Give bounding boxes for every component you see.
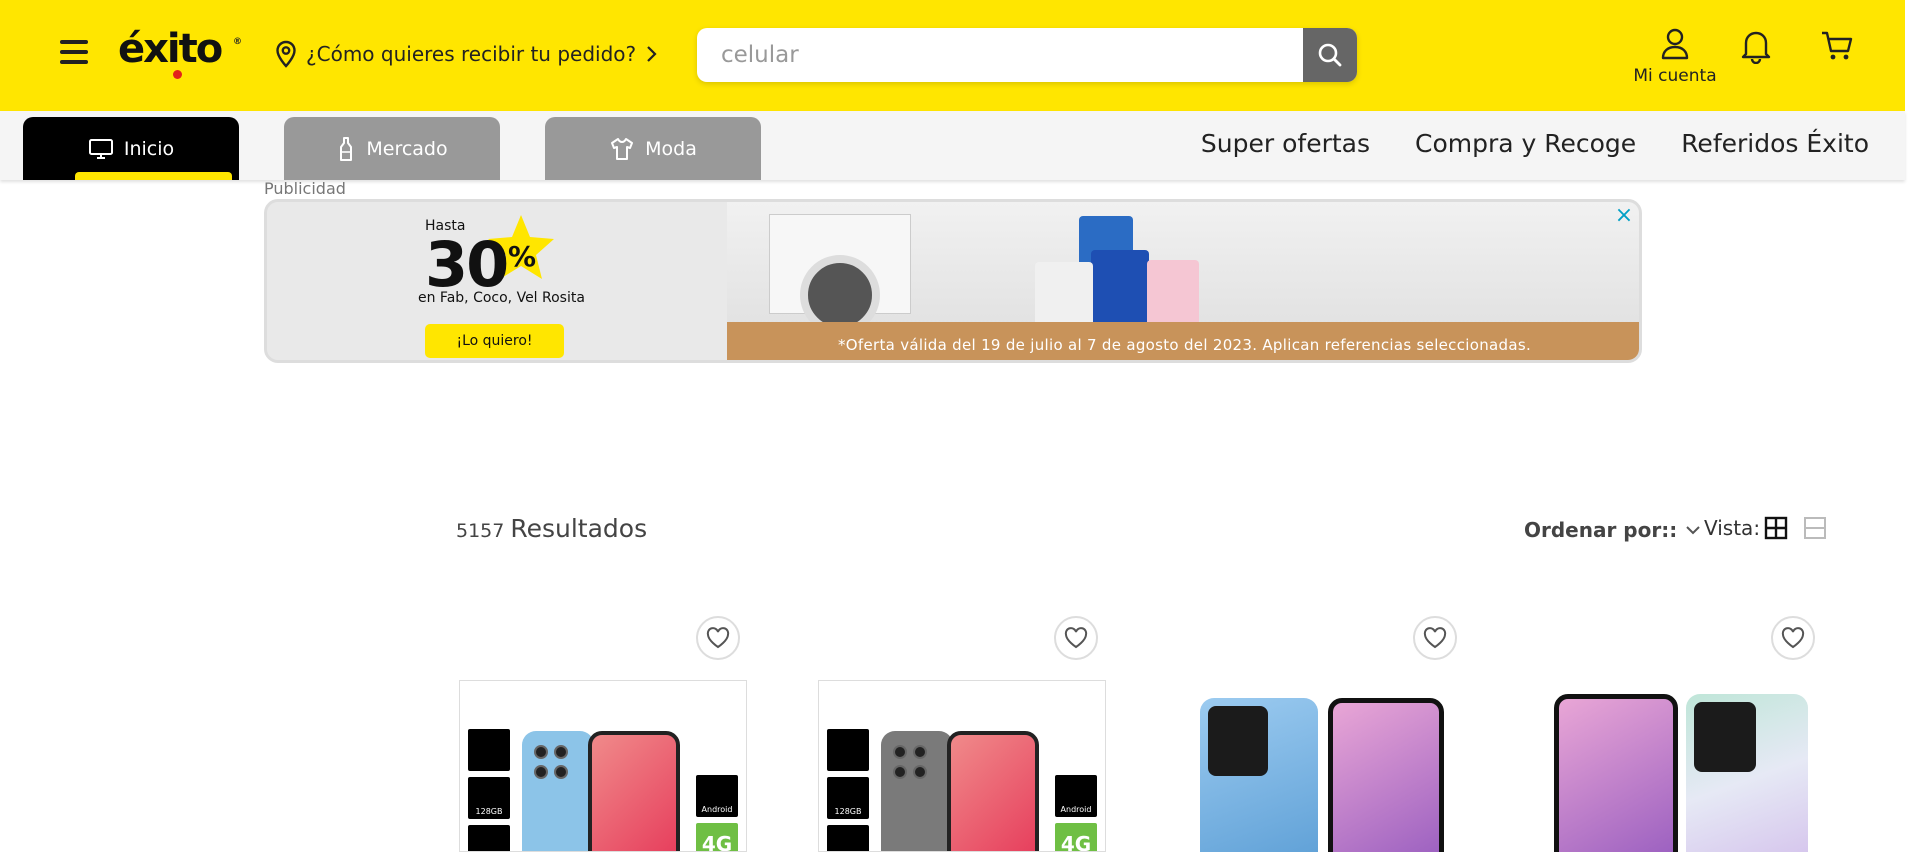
top-bar: éxito ® ¿Cómo quieres recibir tu pedido?…: [0, 0, 1905, 111]
active-tab-indicator: [75, 172, 232, 180]
tab-moda[interactable]: Moda: [545, 117, 761, 180]
coco-package-image: [1035, 262, 1093, 328]
user-icon: [1661, 28, 1689, 60]
nav-link-compra-recoge[interactable]: Compra y Recoge: [1415, 129, 1636, 158]
processor-badge: [827, 729, 869, 771]
heart-icon: [1064, 627, 1088, 649]
product-card[interactable]: 128GB Android 4G: [459, 680, 747, 852]
storage-badge: 128GB: [468, 777, 510, 819]
phone-back-image: [1686, 694, 1808, 852]
network-badge: 4G: [696, 823, 738, 851]
notifications-button[interactable]: [1740, 28, 1772, 68]
search-button[interactable]: [1303, 28, 1357, 82]
favorite-button[interactable]: [1413, 616, 1457, 660]
sort-dropdown[interactable]: Ordenar por::: [1524, 518, 1701, 542]
phone-back-image: [522, 731, 594, 851]
heart-icon: [1781, 627, 1805, 649]
ad-discount-percent: %: [508, 240, 537, 273]
phone-front-image: [1554, 694, 1678, 852]
close-icon[interactable]: ×: [1613, 203, 1635, 228]
menu-icon[interactable]: [60, 40, 88, 68]
results-number: 5157: [456, 520, 505, 542]
search-bar: [697, 28, 1357, 82]
spec-badges-right: Android 4G: [1055, 775, 1097, 851]
ad-brands-text: en Fab, Coco, Vel Rosita: [418, 290, 585, 306]
bottle-icon: [340, 136, 353, 161]
ad-image-panel: *Oferta válida del 19 de julio al 7 de a…: [727, 202, 1639, 360]
ad-label: Publicidad: [264, 179, 346, 198]
ram-badge: [827, 825, 869, 851]
search-icon: [1318, 43, 1342, 67]
heart-icon: [706, 627, 730, 649]
logo-registered-mark: ®: [233, 37, 242, 47]
nav-link-super-ofertas[interactable]: Super ofertas: [1201, 129, 1370, 158]
spec-badges: 128GB: [827, 729, 869, 851]
fab-package-image: [1091, 250, 1149, 330]
network-badge: 4G: [1055, 823, 1097, 851]
processor-badge: [468, 729, 510, 771]
delivery-selector[interactable]: ¿Cómo quieres recibir tu pedido?: [274, 40, 658, 68]
favorite-button[interactable]: [696, 616, 740, 660]
phone-front-image: [947, 731, 1039, 851]
search-input[interactable]: [697, 28, 1302, 82]
category-nav: Inicio Mercado Moda Super ofertas Compra…: [0, 111, 1905, 180]
view-label: Vista:: [1704, 516, 1761, 540]
location-pin-icon: [276, 40, 296, 68]
phone-back-image: [1200, 698, 1318, 852]
ad-cta-button[interactable]: ¡Lo quiero!: [425, 324, 564, 358]
favorite-button[interactable]: [1054, 616, 1098, 660]
tab-label: Inicio: [123, 137, 175, 160]
tab-mercado[interactable]: Mercado: [284, 117, 500, 180]
chevron-down-icon: [1686, 526, 1700, 535]
chevron-right-icon: [647, 46, 657, 62]
phone-back-image: [881, 731, 953, 851]
product-card[interactable]: 128GB Android 4G: [818, 680, 1106, 852]
phone-front-image: [1328, 698, 1444, 852]
monitor-icon: [88, 138, 113, 159]
nav-link-referidos[interactable]: Referidos Éxito: [1681, 129, 1869, 158]
account-label: Mi cuenta: [1633, 66, 1717, 86]
washing-machine-image: [769, 214, 911, 335]
account-button[interactable]: Mi cuenta: [1630, 28, 1720, 86]
logo[interactable]: éxito: [118, 26, 223, 72]
storage-badge: 128GB: [827, 777, 869, 819]
results-label: Resultados: [510, 514, 648, 543]
product-card[interactable]: [1534, 680, 1822, 852]
spec-badges: 128GB: [468, 729, 510, 851]
ad-terms-text: *Oferta válida del 19 de julio al 7 de a…: [837, 336, 1532, 354]
tab-label: Mercado: [366, 137, 448, 160]
delivery-prompt: ¿Cómo quieres recibir tu pedido?: [306, 42, 637, 66]
tab-label: Moda: [645, 137, 697, 160]
tab-inicio[interactable]: Inicio: [23, 117, 239, 180]
cart-button[interactable]: [1820, 30, 1854, 66]
favorite-button[interactable]: [1771, 616, 1815, 660]
ad-promo-panel: Hasta 30 % en Fab, Coco, Vel Rosita ¡Lo …: [267, 202, 727, 360]
ad-banner[interactable]: Hasta 30 % en Fab, Coco, Vel Rosita ¡Lo …: [264, 199, 1642, 363]
bell-icon: [1741, 31, 1771, 65]
sort-label: Ordenar por::: [1524, 518, 1678, 542]
ram-badge: [468, 825, 510, 851]
android-badge: Android: [696, 775, 738, 817]
logo-dot: [173, 70, 182, 79]
shirt-icon: [611, 137, 634, 160]
product-card[interactable]: [1176, 680, 1464, 852]
spec-badges-right: Android 4G: [696, 775, 738, 851]
vel-package-image: [1147, 260, 1199, 328]
heart-icon: [1423, 627, 1447, 649]
grid-view-icon[interactable]: [1764, 516, 1788, 544]
phone-front-image: [588, 731, 680, 851]
list-view-icon[interactable]: [1803, 516, 1827, 544]
android-badge: Android: [1055, 775, 1097, 817]
results-count: 5157 Resultados: [456, 514, 647, 543]
cart-icon: [1822, 31, 1853, 60]
nav-links: Super ofertas Compra y Recoge Referidos …: [1201, 129, 1869, 158]
